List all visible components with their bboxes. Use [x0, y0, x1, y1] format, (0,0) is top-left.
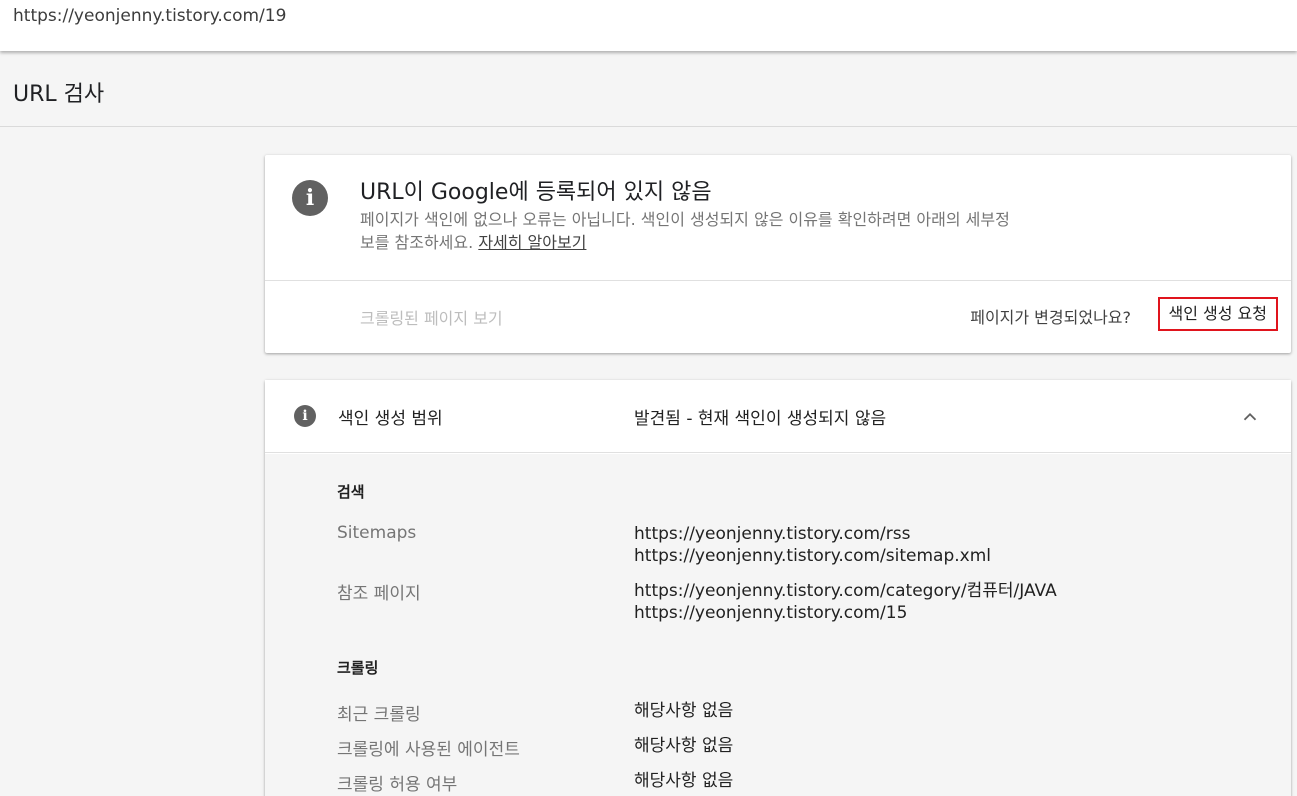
crawl-agent-label: 크롤링에 사용된 에이전트	[337, 740, 520, 760]
status-description: 페이지가 색인에 없으나 오류는 아닙니다. 색인이 생성되지 않은 이유를 확…	[360, 208, 1010, 254]
referring-page-label: 참조 페이지	[337, 584, 421, 604]
info-icon: i	[294, 405, 316, 427]
sitemaps-values: https://yeonjenny.tistory.com/rss https:…	[634, 523, 991, 567]
page-title: URL 검사	[13, 82, 105, 107]
url-bar[interactable]: https://yeonjenny.tistory.com/19	[0, 0, 1297, 51]
sitemaps-label: Sitemaps	[337, 523, 417, 543]
status-title: URL이 Google에 등록되어 있지 않음	[360, 180, 712, 205]
coverage-status: 발견됨 - 현재 색인이 생성되지 않음	[634, 409, 887, 429]
status-description-text: 페이지가 색인에 없으나 오류는 아닙니다. 색인이 생성되지 않은 이유를 확…	[360, 210, 1010, 252]
referring-page-values: https://yeonjenny.tistory.com/category/컴…	[634, 580, 1057, 624]
coverage-details: 검색 Sitemaps https://yeonjenny.tistory.co…	[265, 454, 1291, 796]
coverage-card: i 색인 생성 범위 발견됨 - 현재 색인이 생성되지 않음 검색 Sitem…	[265, 380, 1291, 796]
sitemap-url: https://yeonjenny.tistory.com/rss	[634, 524, 911, 544]
page-header: URL 검사	[0, 51, 1297, 127]
crawl-agent-value: 해당사항 없음	[634, 736, 734, 756]
status-card: i URL이 Google에 등록되어 있지 않음 페이지가 색인에 없으나 오…	[265, 155, 1291, 353]
coverage-label: 색인 생성 범위	[338, 409, 443, 429]
coverage-header[interactable]: i 색인 생성 범위 발견됨 - 현재 색인이 생성되지 않음	[265, 380, 1291, 453]
page-changed-question: 페이지가 변경되었나요?	[970, 308, 1131, 327]
chevron-up-icon[interactable]	[1239, 406, 1261, 428]
last-crawl-value: 해당사항 없음	[634, 701, 734, 721]
last-crawl-label: 최근 크롤링	[337, 705, 421, 725]
section-heading-search: 검색	[337, 483, 365, 501]
request-indexing-button[interactable]: 색인 생성 요청	[1157, 297, 1278, 331]
crawl-allowed-value: 해당사항 없음	[634, 771, 734, 791]
crawl-allowed-label: 크롤링 허용 여부	[337, 775, 458, 795]
info-icon: i	[292, 180, 328, 216]
url-text[interactable]: https://yeonjenny.tistory.com/19	[13, 6, 286, 26]
card-divider	[265, 280, 1291, 281]
view-crawled-page-button[interactable]: 크롤링된 페이지 보기	[360, 305, 503, 329]
sitemap-url: https://yeonjenny.tistory.com/sitemap.xm…	[634, 546, 991, 566]
learn-more-link[interactable]: 자세히 알아보기	[478, 233, 586, 252]
referring-url: https://yeonjenny.tistory.com/category/컴…	[634, 581, 1057, 601]
referring-url: https://yeonjenny.tistory.com/15	[634, 603, 908, 623]
section-heading-crawl: 크롤링	[337, 659, 379, 677]
